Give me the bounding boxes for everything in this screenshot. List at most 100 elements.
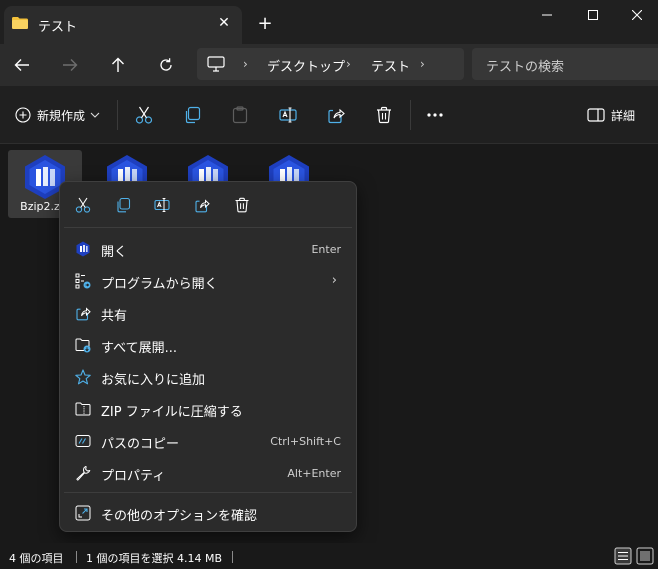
menu-item-open-with[interactable]: プログラムから開く › — [65, 265, 351, 297]
folder-icon — [12, 17, 28, 29]
menu-item-label: その他のオプションを確認 — [101, 509, 258, 524]
forward-button[interactable] — [54, 50, 86, 80]
menu-item-compress-zip[interactable]: ZIP ファイルに圧縮する — [65, 393, 351, 425]
cut-button[interactable] — [135, 103, 153, 127]
command-bar: 新規作成 詳細 — [0, 86, 658, 144]
up-button[interactable] — [102, 50, 134, 80]
submenu-arrow-icon: › — [331, 273, 337, 288]
delete-button[interactable] — [375, 103, 393, 127]
menu-item-label: プログラムから開く — [101, 277, 218, 292]
trash-icon — [235, 197, 249, 213]
tab-title: テスト — [38, 20, 78, 35]
refresh-icon — [160, 58, 172, 71]
minimize-icon — [542, 14, 552, 16]
menu-item-accelerator: Alt+Enter — [287, 467, 341, 480]
clipboard-icon — [232, 106, 248, 124]
back-button[interactable] — [6, 50, 38, 80]
menu-item-accelerator: Enter — [311, 243, 341, 256]
menu-item-label: 開く — [101, 245, 128, 260]
menu-item-show-more-options[interactable]: その他のオプションを確認 — [65, 497, 351, 529]
share-button[interactable] — [327, 103, 345, 127]
copy-path-icon — [74, 432, 92, 450]
more-options-icon — [74, 504, 92, 522]
rename-icon — [279, 107, 297, 123]
context-menu: 開く Enter プログラムから開く › 共有 すべて展開... お気に入りに追… — [59, 181, 357, 532]
copy-button[interactable] — [183, 103, 201, 127]
status-divider — [232, 551, 233, 563]
arrow-right-icon — [63, 59, 78, 71]
new-button[interactable]: 新規作成 — [15, 103, 100, 127]
details-pane-label: 詳細 — [611, 108, 636, 123]
breadcrumb-test[interactable]: テスト — [371, 56, 410, 75]
maximize-icon — [588, 10, 598, 20]
open-with-icon — [74, 272, 92, 290]
toolbar-divider — [410, 100, 411, 130]
menu-divider — [64, 227, 352, 228]
menu-item-label: 共有 — [101, 309, 128, 324]
menu-item-label: すべて展開... — [101, 341, 177, 356]
context-copy-button[interactable] — [112, 194, 134, 216]
menu-item-accelerator: Ctrl+Shift+C — [270, 435, 341, 448]
details-view-icon[interactable] — [614, 547, 632, 565]
new-button-label: 新規作成 — [37, 108, 86, 123]
context-rename-button[interactable] — [151, 194, 173, 216]
share-icon — [328, 108, 345, 124]
title-bar: テスト ✕ + — [0, 0, 658, 44]
wrench-icon — [74, 464, 92, 482]
scissors-icon — [135, 106, 153, 124]
menu-item-label: パスのコピー — [101, 437, 180, 452]
menu-divider — [64, 492, 352, 493]
menu-item-copy-path[interactable]: パスのコピー Ctrl+Shift+C — [65, 425, 351, 457]
share-icon — [195, 199, 210, 213]
menu-item-label: お気に入りに追加 — [101, 373, 206, 388]
menu-item-add-favorite[interactable]: お気に入りに追加 — [65, 361, 351, 393]
menu-item-share[interactable]: 共有 — [65, 297, 351, 329]
maximize-button[interactable] — [570, 0, 616, 30]
address-bar[interactable]: › デスクトップ › テスト › — [197, 48, 464, 80]
arrow-left-icon — [14, 59, 29, 71]
tab-close-button[interactable]: ✕ — [213, 12, 235, 34]
tab-active[interactable]: テスト ✕ — [4, 6, 242, 44]
breadcrumb-separator: › — [243, 57, 248, 71]
new-tab-button[interactable]: + — [252, 12, 278, 36]
status-divider — [76, 551, 77, 563]
more-button[interactable] — [426, 103, 444, 127]
selection-info: 1 個の項目を選択 4.14 MB — [86, 552, 223, 565]
tiles-view-icon[interactable] — [636, 547, 654, 565]
breadcrumb-separator: › — [420, 57, 425, 71]
search-placeholder: テストの検索 — [486, 60, 565, 75]
app-icon — [74, 240, 92, 258]
share-icon — [74, 304, 92, 322]
rename-icon — [154, 198, 170, 212]
toolbar-divider — [117, 100, 118, 130]
menu-item-label: プロパティ — [101, 469, 166, 484]
plus-circle-icon — [15, 107, 31, 123]
refresh-button[interactable] — [150, 50, 182, 80]
context-cut-button[interactable] — [72, 194, 94, 216]
rename-button[interactable] — [279, 103, 297, 127]
breadcrumb-desktop[interactable]: デスクトップ — [267, 56, 345, 75]
more-dots-icon — [427, 113, 443, 117]
star-icon — [74, 368, 92, 386]
item-count: 4 個の項目 — [9, 552, 64, 565]
copy-icon — [185, 106, 201, 124]
extract-icon — [74, 336, 92, 354]
search-box[interactable]: テストの検索 — [472, 48, 658, 80]
scissors-icon — [75, 197, 91, 213]
trash-icon — [377, 106, 391, 124]
menu-item-extract-all[interactable]: すべて展開... — [65, 329, 351, 361]
context-share-button[interactable] — [191, 194, 213, 216]
close-icon — [632, 10, 642, 20]
menu-item-properties[interactable]: プロパティ Alt+Enter — [65, 457, 351, 489]
details-pane-button[interactable]: 詳細 — [587, 103, 635, 127]
minimize-button[interactable] — [524, 0, 570, 30]
zip-folder-icon — [74, 400, 92, 418]
chevron-down-icon — [90, 112, 100, 118]
close-window-button[interactable] — [614, 0, 658, 30]
arrow-up-icon — [112, 57, 124, 72]
menu-item-open[interactable]: 開く Enter — [65, 233, 351, 265]
context-delete-button[interactable] — [231, 194, 253, 216]
breadcrumb-separator: › — [346, 57, 351, 71]
paste-button[interactable] — [231, 103, 249, 127]
navigation-bar: › デスクトップ › テスト › テストの検索 — [0, 44, 658, 86]
